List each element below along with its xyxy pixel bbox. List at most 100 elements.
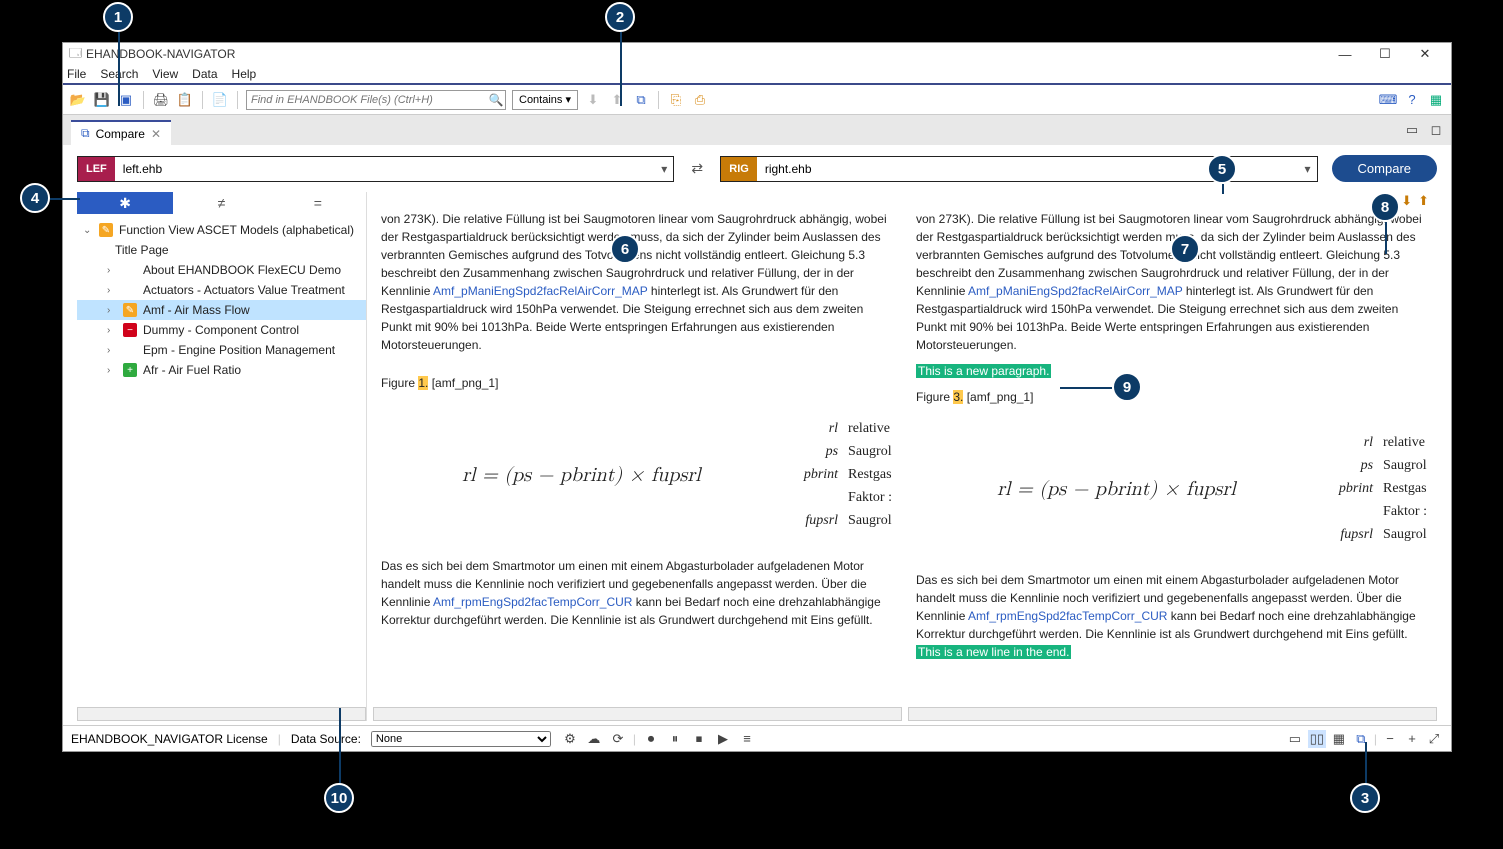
swap-icon[interactable]: ⇄	[688, 160, 706, 177]
right-doc-head: ⬇ ⬆	[908, 192, 1437, 210]
callout-10: 10	[324, 783, 354, 813]
record-icon[interactable]: ⏺	[642, 730, 660, 748]
caret-right-icon[interactable]: ›	[107, 365, 117, 376]
callout-3: 3	[1350, 783, 1380, 813]
right-file-dropdown-icon[interactable]: ▾	[1299, 162, 1317, 176]
copy-icon[interactable]: 📋	[176, 91, 194, 109]
search-input[interactable]	[247, 94, 487, 106]
legend-row: psSaugrol	[804, 441, 892, 462]
left-file-dropdown-icon[interactable]: ▾	[655, 162, 673, 176]
highlight-icon[interactable]: ⎘	[667, 91, 685, 109]
zoom-in-icon[interactable]: +	[1403, 730, 1421, 748]
callout-7: 7	[1170, 234, 1200, 264]
fig-label: Figure	[381, 376, 418, 390]
keyboard-icon[interactable]: ⌨	[1379, 91, 1397, 109]
right-tag: RIG	[721, 157, 757, 181]
link-map[interactable]: Amf_pManiEngSpd2facRelAirCorr_MAP	[968, 284, 1183, 298]
app-badge-icon[interactable]: ▦	[1427, 91, 1445, 109]
menu-file[interactable]: File	[67, 67, 86, 81]
pdf-icon[interactable]: 📄	[211, 91, 229, 109]
filter-all[interactable]: ✱	[77, 192, 173, 214]
tree-item-epm[interactable]: › Epm - Engine Position Management	[77, 340, 366, 360]
left-file-box: LEF ▾	[77, 156, 674, 182]
print-icon[interactable]: 🖨	[152, 91, 170, 109]
maximize-button[interactable]: ☐	[1365, 46, 1405, 62]
view3-icon[interactable]: ▦	[1330, 730, 1348, 748]
toolbar: 📂 💾 ▣ 🖨 📋 📄 🔍 Contains ▾ ⬇ ⬆ ⧉ ⎘ ⎙ ⌨ ? ▦	[63, 85, 1451, 115]
nav-down-icon[interactable]: ⬇	[584, 91, 602, 109]
zoom-out-icon[interactable]: −	[1381, 730, 1399, 748]
close-button[interactable]: ✕	[1405, 46, 1445, 62]
next-diff-up-icon[interactable]: ⬆	[1418, 193, 1429, 209]
filter-same[interactable]: =	[270, 192, 366, 214]
right-doc-panel: ⬇ ⬆ von 273K). Die relative Füllung ist …	[908, 192, 1437, 721]
caret-right-icon[interactable]: ›	[107, 285, 117, 296]
compare-button[interactable]: Compare	[1332, 155, 1437, 182]
tree-root[interactable]: ⌄ ✎ Function View ASCET Models (alphabet…	[77, 220, 366, 240]
titlebar: 🗔 EHANDBOOK-NAVIGATOR — ☐ ✕	[63, 43, 1451, 65]
legend-row: fupsrlSaugrol	[1339, 524, 1427, 545]
tree-title-page[interactable]: Title Page	[77, 240, 366, 260]
view2-icon[interactable]: ▯▯	[1308, 730, 1326, 748]
filter-row: ✱ ≠ =	[77, 192, 366, 214]
compare-view-icon[interactable]: ⧉	[1352, 730, 1370, 748]
separator: |	[278, 732, 281, 746]
sym: pbrint	[804, 464, 846, 485]
minimize-panel-icon[interactable]: ▭	[1403, 121, 1421, 139]
left-doc-scrollbar[interactable]	[373, 707, 902, 721]
tree-item-dummy[interactable]: › − Dummy - Component Control	[77, 320, 366, 340]
play-icon[interactable]: ▶	[714, 730, 732, 748]
figure-caption: Figure 3. [amf_png_1]	[916, 388, 1429, 406]
right-doc-content[interactable]: von 273K). Die relative Füllung ist bei …	[908, 210, 1437, 703]
refresh-icon[interactable]: ⟳	[609, 730, 627, 748]
minimize-button[interactable]: —	[1325, 47, 1365, 62]
pause-icon[interactable]: ⏸	[666, 730, 684, 748]
right-doc-scrollbar[interactable]	[908, 707, 1437, 721]
next-diff-down-icon[interactable]: ⬇	[1401, 193, 1412, 209]
tree-item-amf[interactable]: › ✎ Amf - Air Mass Flow	[77, 300, 366, 320]
tree-item-about[interactable]: › About EHANDBOOK FlexECU Demo	[77, 260, 366, 280]
nav-up-icon[interactable]: ⬆	[608, 91, 626, 109]
view1-icon[interactable]: ▭	[1286, 730, 1304, 748]
filter-diff[interactable]: ≠	[173, 192, 269, 214]
formula-row: rl = (ps − pbrint) × fupsrl rlrelative p…	[381, 416, 894, 533]
data-source-select[interactable]: None	[371, 731, 551, 747]
compare-tool-icon[interactable]: ⧉	[632, 91, 650, 109]
left-file-input[interactable]	[115, 162, 655, 176]
menu-view[interactable]: View	[152, 67, 178, 81]
highlight2-icon[interactable]: ⎙	[691, 91, 709, 109]
separator	[143, 91, 144, 109]
tree-scrollbar[interactable]	[77, 707, 366, 721]
link-cur[interactable]: Amf_rpmEngSpd2facTempCorr_CUR	[433, 595, 632, 609]
menu-data[interactable]: Data	[192, 67, 217, 81]
sym: rl	[804, 418, 846, 439]
caret-down-icon[interactable]: ⌄	[83, 225, 93, 236]
para1: von 273K). Die relative Füllung ist bei …	[381, 210, 894, 354]
stop-icon[interactable]: ⏹	[690, 730, 708, 748]
sym	[1339, 501, 1381, 522]
maximize-panel-icon[interactable]: ◻	[1427, 121, 1445, 139]
caret-right-icon[interactable]: ›	[107, 345, 117, 356]
list-icon[interactable]: ≡	[738, 730, 756, 748]
help-icon[interactable]: ?	[1403, 91, 1421, 109]
caret-right-icon[interactable]: ›	[107, 325, 117, 336]
search-mode-dropdown[interactable]: Contains ▾	[512, 90, 578, 110]
menu-help[interactable]: Help	[232, 67, 257, 81]
link-map[interactable]: Amf_pManiEngSpd2facRelAirCorr_MAP	[433, 284, 648, 298]
left-doc-content[interactable]: von 273K). Die relative Füllung ist bei …	[373, 210, 902, 703]
gear-icon[interactable]: ⚙	[561, 730, 579, 748]
link-cur[interactable]: Amf_rpmEngSpd2facTempCorr_CUR	[968, 609, 1167, 623]
tab-compare[interactable]: ⧉ Compare ✕	[71, 120, 171, 145]
save-icon[interactable]: 💾	[93, 91, 111, 109]
edit-badge-icon: ✎	[123, 303, 137, 317]
open-icon[interactable]: 📂	[69, 91, 87, 109]
zoom-fit-icon[interactable]: ⤢	[1425, 730, 1443, 748]
cloud-icon[interactable]: ☁	[585, 730, 603, 748]
tree-item-afr[interactable]: › + Afr - Air Fuel Ratio	[77, 360, 366, 380]
separator	[237, 91, 238, 109]
tree-item-actuators[interactable]: › Actuators - Actuators Value Treatment	[77, 280, 366, 300]
search-icon[interactable]: 🔍	[487, 93, 505, 107]
tab-close-icon[interactable]: ✕	[151, 127, 161, 141]
caret-right-icon[interactable]: ›	[107, 305, 117, 316]
caret-right-icon[interactable]: ›	[107, 265, 117, 276]
